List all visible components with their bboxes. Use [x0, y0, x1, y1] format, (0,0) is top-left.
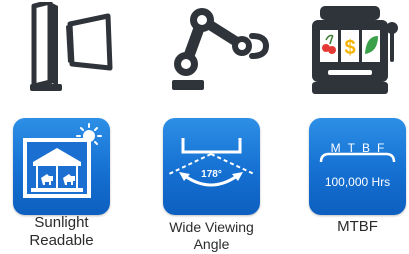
viewing-angle-icon — [168, 138, 255, 187]
mtbf-tile: MTBF 100,000 Hrs — [309, 118, 406, 215]
caption-line: Readable — [29, 232, 94, 249]
svg-text:$: $ — [344, 37, 355, 59]
slot-machine-icon: $ — [312, 6, 398, 94]
sunlight-readable-caption: Sunlight Readable — [8, 214, 115, 250]
viewing-angle-value: 178° — [201, 169, 222, 180]
mtbf-value: 100,000 Hrs — [324, 175, 391, 189]
caption-line: Wide Viewing — [169, 219, 254, 235]
caption-line: Angle — [193, 236, 230, 252]
caption-line: Sunlight — [34, 214, 89, 231]
wide-viewing-angle-caption: Wide Viewing Angle — [155, 219, 268, 253]
mtbf-icon — [319, 152, 396, 163]
wide-viewing-angle-tile: 178° — [163, 118, 260, 215]
mtbf-caption: MTBF — [309, 218, 406, 236]
caption-line: MTBF — [337, 218, 378, 235]
mtbf-letters: MTBF — [330, 141, 392, 155]
sunlight-readable-tile — [13, 118, 110, 215]
sunlight-readable-icon — [23, 123, 102, 198]
robot-arm-icon — [172, 8, 269, 90]
kiosk-display-icon — [30, 2, 113, 91]
